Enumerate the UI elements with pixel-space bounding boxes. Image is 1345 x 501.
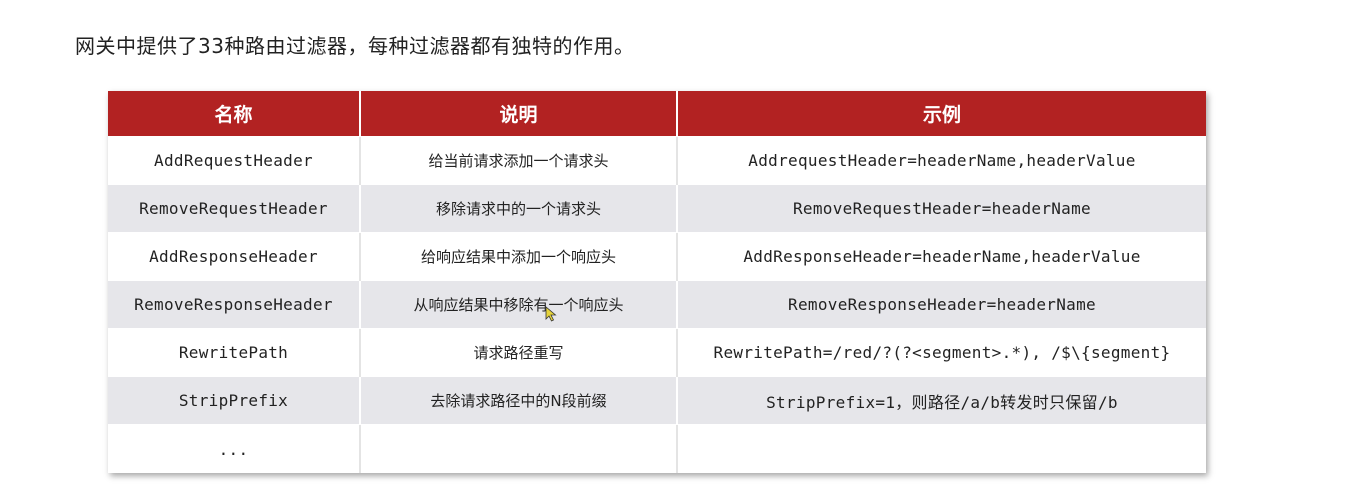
header-name: 名称 — [108, 91, 360, 137]
cell-description: 移除请求中的一个请求头 — [359, 184, 677, 233]
cell-name: AddResponseHeader — [108, 232, 360, 281]
header-example: 示例 — [676, 91, 1206, 137]
cell-description — [359, 424, 677, 473]
table-row: ... — [108, 424, 1206, 473]
table-row: RemoveRequestHeader 移除请求中的一个请求头 RemoveRe… — [108, 184, 1206, 233]
cell-name: RemoveRequestHeader — [108, 184, 360, 233]
cell-example: RemoveResponseHeader=headerName — [676, 280, 1206, 329]
table-row: AddResponseHeader 给响应结果中添加一个响应头 AddRespo… — [108, 232, 1206, 281]
header-description: 说明 — [359, 91, 677, 137]
table-row: AddRequestHeader 给当前请求添加一个请求头 Addrequest… — [108, 136, 1206, 185]
cell-description: 给当前请求添加一个请求头 — [359, 136, 677, 185]
table-body: AddRequestHeader 给当前请求添加一个请求头 Addrequest… — [108, 136, 1206, 473]
cell-name: RewritePath — [108, 328, 360, 377]
filters-table: 名称 说明 示例 AddRequestHeader 给当前请求添加一个请求头 A… — [108, 91, 1206, 473]
cell-description: 给响应结果中添加一个响应头 — [359, 232, 677, 281]
mouse-cursor-icon — [545, 306, 557, 322]
cell-name: StripPrefix — [108, 376, 360, 425]
filters-table-container: 名称 说明 示例 AddRequestHeader 给当前请求添加一个请求头 A… — [108, 91, 1206, 473]
table-row: RewritePath 请求路径重写 RewritePath=/red/?(?<… — [108, 328, 1206, 377]
cell-example: AddrequestHeader=headerName,headerValue — [676, 136, 1206, 185]
table-row: RemoveResponseHeader 从响应结果中移除有一个响应头 Remo… — [108, 280, 1206, 329]
header-row: 名称 说明 示例 — [108, 91, 1206, 137]
cell-example: AddResponseHeader=headerName,headerValue — [676, 232, 1206, 281]
cell-example: RemoveRequestHeader=headerName — [676, 184, 1206, 233]
cell-example: RewritePath=/red/?(?<segment>.*), /$\{se… — [676, 328, 1206, 377]
table-header: 名称 说明 示例 — [108, 91, 1206, 137]
cell-description: 从响应结果中移除有一个响应头 — [359, 280, 677, 329]
cell-name: AddRequestHeader — [108, 136, 360, 185]
cell-name: ... — [108, 424, 360, 473]
table-row: StripPrefix 去除请求路径中的N段前缀 StripPrefix=1，则… — [108, 376, 1206, 425]
cell-description: 去除请求路径中的N段前缀 — [359, 376, 677, 425]
cell-description: 请求路径重写 — [359, 328, 677, 377]
cell-example: StripPrefix=1，则路径/a/b转发时只保留/b — [676, 376, 1206, 425]
cell-example — [676, 424, 1206, 473]
cell-name: RemoveResponseHeader — [108, 280, 360, 329]
intro-text: 网关中提供了33种路由过滤器，每种过滤器都有独特的作用。 — [75, 34, 635, 58]
